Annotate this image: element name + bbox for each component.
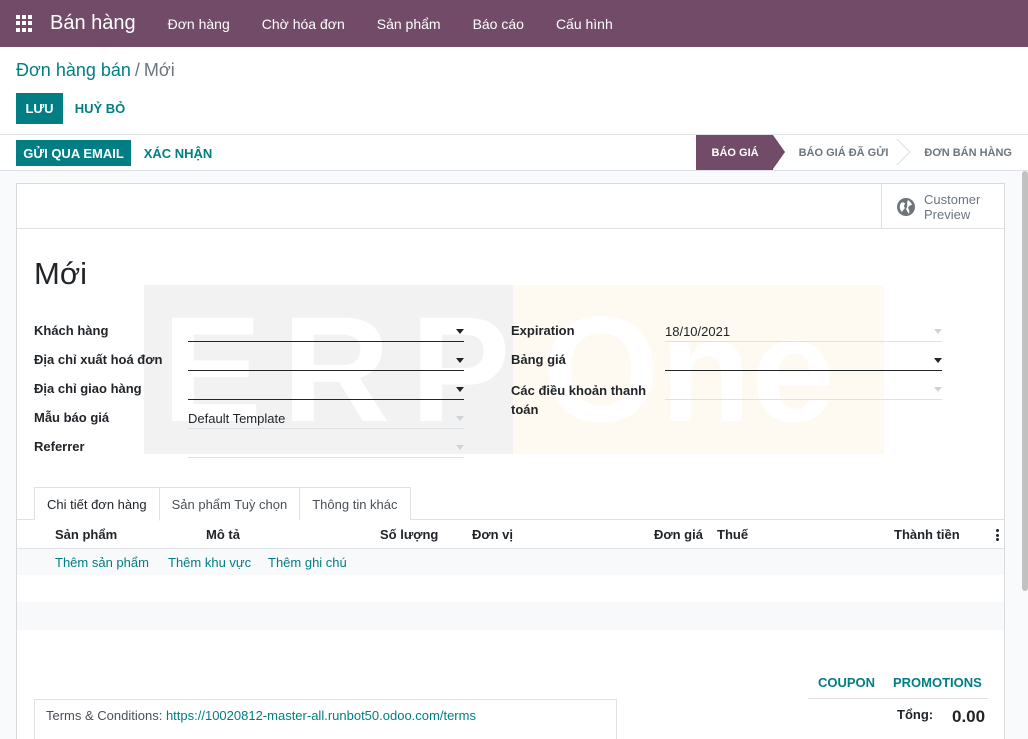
quotation-template-input[interactable]: Default Template [188,409,464,429]
expiration-label: Expiration [511,323,575,338]
terms-conditions-field[interactable]: Terms & Conditions: https://10020812-mas… [34,699,617,739]
payment-terms-label-line2: toán [511,402,539,417]
column-product[interactable]: Sản phẩm [55,527,117,542]
terms-url-link[interactable]: https://10020812-master-all.runbot50.odo… [166,708,476,723]
delivery-address-label: Địa chỉ giao hàng [34,381,142,396]
customer-input[interactable] [188,322,464,342]
promotions-button[interactable]: PROMOTIONS [893,675,982,690]
coupon-button[interactable]: COUPON [818,675,875,690]
stage-quotation-sent[interactable]: BÁO GIÁ ĐÃ GỬI [773,135,911,170]
stage-pipeline: BÁO GIÁ BÁO GIÁ ĐÃ GỬI ĐƠN BÁN HÀNG [695,135,1012,170]
menu-don-hang[interactable]: Đơn hàng [168,16,230,32]
breadcrumb: Đơn hàng bán / Mới [16,60,175,81]
invoice-address-input[interactable] [188,351,464,371]
stage-quotation-sent-label: BÁO GIÁ ĐÃ GỬI [798,146,889,159]
page-scrollbar[interactable] [1022,171,1028,591]
tab-other-info[interactable]: Thông tin khác [299,487,411,520]
column-quantity[interactable]: Số lượng [380,527,438,542]
notebook-tabs: Chi tiết đơn hàng Sản phẩm Tuỳ chọn Thôn… [34,487,411,521]
customer-preview-line1: Customer [924,191,981,207]
customer-preview-line2: Preview [924,206,971,222]
globe-icon [897,197,915,216]
button-box: Customer Preview [17,184,1004,229]
delivery-address-dropdown-icon[interactable] [456,387,464,392]
delivery-address-input[interactable] [188,380,464,400]
statusbar: GỬI QUA EMAIL XÁC NHẬN BÁO GIÁ BÁO GIÁ Đ… [0,135,1028,171]
quotation-template-label: Mẫu báo giá [34,410,110,425]
form-sheet: Customer Preview ERP One Mới Khách hàng … [16,183,1005,739]
top-navbar: Bán hàng Đơn hàng Chờ hóa đơn Sản phẩm B… [0,0,1028,47]
expiration-value: 18/10/2021 [665,324,731,339]
column-uom[interactable]: Đơn vị [472,527,513,542]
app-brand[interactable]: Bán hàng [50,12,136,35]
save-button[interactable]: LƯU [16,93,63,124]
menu-cau-hinh[interactable]: Cấu hình [556,16,613,32]
customer-preview-button[interactable]: Customer Preview [881,184,1004,229]
total-value: 0.00 [952,707,986,726]
stage-sales-order[interactable]: ĐƠN BÁN HÀNG [902,135,1012,170]
add-line-row: Thêm sản phẩm Thêm khu vực Thêm ghi chú [17,549,1004,575]
referrer-input[interactable] [188,438,464,458]
payment-terms-input[interactable] [665,380,942,400]
expiration-input[interactable]: 18/10/2021 [665,322,942,342]
quotation-template-dropdown-icon[interactable] [456,416,464,421]
pricelist-input[interactable] [665,351,942,371]
stage-sales-order-label: ĐƠN BÁN HÀNG [924,146,1012,159]
total-divider [808,698,988,699]
add-note-link[interactable]: Thêm ghi chú [268,555,347,570]
customer-label: Khách hàng [34,323,109,338]
menu-san-pham[interactable]: Sản phẩm [377,16,441,32]
pricelist-dropdown-icon[interactable] [934,358,942,363]
column-unit-price[interactable]: Đơn giá [654,527,703,542]
tab-order-lines[interactable]: Chi tiết đơn hàng [34,487,160,521]
order-lines-header: Sản phẩm Mô tả Số lượng Đơn vị Đơn giá T… [17,520,1004,549]
tab-optional-products[interactable]: Sản phẩm Tuỳ chọn [158,487,301,520]
empty-table-row [17,602,1004,630]
column-options-icon[interactable] [996,529,999,541]
menu-bao-cao[interactable]: Báo cáo [473,16,524,32]
app-menu-icon[interactable] [16,14,34,33]
customer-preview-label: Customer Preview [924,192,980,222]
column-description[interactable]: Mô tả [206,527,240,542]
breadcrumb-current: Mới [143,60,175,80]
send-email-button[interactable]: GỬI QUA EMAIL [16,140,131,166]
menu-cho-hoa-don[interactable]: Chờ hóa đơn [262,16,345,32]
discard-button[interactable]: HUỶ BỎ [68,93,132,124]
referrer-dropdown-icon[interactable] [456,445,464,450]
stage-quotation[interactable]: BÁO GIÁ [695,135,785,170]
control-panel: Đơn hàng bán / Mới LƯU HUỶ BỎ [0,47,1028,135]
invoice-address-dropdown-icon[interactable] [456,358,464,363]
total-label: Tổng: [897,707,934,722]
invoice-address-label: Địa chỉ xuất hoá đơn [34,352,163,367]
payment-terms-dropdown-icon[interactable] [934,387,942,392]
quotation-template-value: Default Template [188,411,286,426]
payment-terms-label: Các điều khoản thanh toán [511,381,646,420]
expiration-dropdown-icon[interactable] [934,329,942,334]
stage-quotation-label: BÁO GIÁ [711,146,759,159]
add-product-link[interactable]: Thêm sản phẩm [55,555,149,570]
column-taxes[interactable]: Thuế [717,527,748,542]
referrer-label: Referrer [34,439,85,454]
payment-terms-label-line1: Các điều khoản thanh [511,383,647,398]
confirm-button[interactable]: XÁC NHẬN [137,140,219,166]
pricelist-label: Bảng giá [511,352,566,367]
terms-label: Terms & Conditions: [46,708,163,723]
add-section-link[interactable]: Thêm khu vực [168,555,251,570]
customer-dropdown-icon[interactable] [456,329,464,334]
breadcrumb-separator: / [134,60,140,80]
column-subtotal[interactable]: Thành tiền [894,527,960,542]
breadcrumb-parent[interactable]: Đơn hàng bán [16,60,131,80]
record-title: Mới [34,256,88,291]
